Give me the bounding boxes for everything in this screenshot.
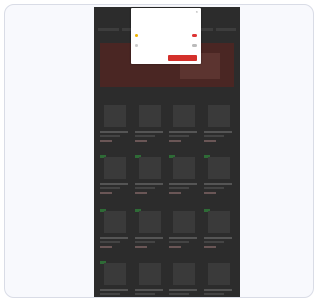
product-title[interactable]: [134, 289, 163, 291]
info-icon: [135, 44, 138, 47]
product-title[interactable]: [203, 131, 232, 133]
product-subtitle: [134, 241, 155, 243]
product-card[interactable]: [169, 209, 199, 255]
product-card[interactable]: [134, 103, 165, 149]
product-subtitle: [203, 135, 224, 137]
product-subtitle: [169, 135, 190, 137]
product-subtitle: [134, 135, 155, 137]
accept-button[interactable]: [168, 55, 197, 61]
product-title[interactable]: [100, 289, 128, 291]
product-title[interactable]: [134, 183, 163, 185]
product-subtitle: [203, 241, 224, 243]
product-image[interactable]: [138, 105, 161, 127]
product-subtitle: [134, 293, 155, 295]
product-title[interactable]: [100, 131, 128, 133]
product-card[interactable]: [169, 155, 199, 201]
product-card[interactable]: [203, 103, 234, 149]
product-title[interactable]: [134, 237, 163, 239]
product-price: [134, 246, 147, 248]
product-subtitle: [100, 241, 120, 243]
product-title[interactable]: [169, 131, 198, 133]
product-card[interactable]: [203, 155, 234, 201]
product-subtitle: [203, 187, 224, 189]
product-card[interactable]: [100, 261, 130, 297]
product-image[interactable]: [104, 263, 126, 285]
product-subtitle: [169, 241, 190, 243]
product-card[interactable]: [203, 261, 234, 297]
product-image[interactable]: [138, 157, 161, 179]
product-card[interactable]: [100, 209, 130, 255]
product-subtitle: [100, 293, 120, 295]
product-image[interactable]: [207, 157, 230, 179]
product-image[interactable]: [104, 105, 126, 127]
product-image[interactable]: [207, 105, 230, 127]
product-image[interactable]: [138, 211, 161, 233]
product-image[interactable]: [104, 211, 126, 233]
product-subtitle: [100, 135, 120, 137]
product-title[interactable]: [100, 183, 128, 185]
product-card[interactable]: [203, 209, 234, 255]
product-image[interactable]: [207, 211, 230, 233]
product-title[interactable]: [169, 289, 198, 291]
product-title[interactable]: [203, 237, 232, 239]
product-row: [100, 209, 234, 255]
cookie-consent-modal: ✕: [131, 8, 201, 64]
product-card[interactable]: [100, 103, 130, 149]
product-image[interactable]: [173, 263, 196, 285]
product-image[interactable]: [173, 105, 196, 127]
product-price: [134, 140, 147, 142]
product-card[interactable]: [134, 209, 165, 255]
product-row: [100, 103, 234, 149]
product-price: [169, 192, 182, 194]
product-image[interactable]: [173, 157, 196, 179]
product-subtitle: [169, 187, 190, 189]
product-price: [169, 246, 182, 248]
option-toggle[interactable]: [192, 34, 197, 37]
product-price: [100, 246, 112, 248]
product-title[interactable]: [203, 183, 232, 185]
product-image[interactable]: [173, 211, 196, 233]
product-card[interactable]: [169, 261, 199, 297]
close-icon[interactable]: ✕: [195, 10, 198, 14]
product-subtitle: [134, 187, 155, 189]
product-title[interactable]: [134, 131, 163, 133]
cookie-option[interactable]: [135, 32, 197, 39]
product-title[interactable]: [203, 289, 232, 291]
product-price: [169, 140, 182, 142]
product-card[interactable]: [169, 103, 199, 149]
product-card[interactable]: [134, 261, 165, 297]
product-price: [100, 192, 112, 194]
product-image[interactable]: [138, 263, 161, 285]
cookie-option[interactable]: [135, 42, 197, 49]
product-subtitle: [100, 187, 120, 189]
product-title[interactable]: [169, 183, 198, 185]
product-card[interactable]: [100, 155, 130, 201]
nav-item[interactable]: [98, 28, 119, 31]
product-image[interactable]: [207, 263, 230, 285]
product-row: [100, 261, 234, 297]
product-image[interactable]: [104, 157, 126, 179]
settings-button[interactable]: [135, 55, 163, 61]
product-price: [100, 140, 112, 142]
product-row: [100, 155, 234, 201]
product-price: [203, 140, 216, 142]
product-subtitle: [169, 293, 190, 295]
nav-item[interactable]: [215, 28, 236, 31]
product-subtitle: [203, 293, 224, 295]
product-price: [134, 192, 147, 194]
product-price: [203, 246, 216, 248]
option-toggle[interactable]: [192, 44, 197, 47]
product-title[interactable]: [100, 237, 128, 239]
product-title[interactable]: [169, 237, 198, 239]
info-icon: [135, 34, 138, 37]
product-card[interactable]: [134, 155, 165, 201]
product-price: [203, 192, 216, 194]
